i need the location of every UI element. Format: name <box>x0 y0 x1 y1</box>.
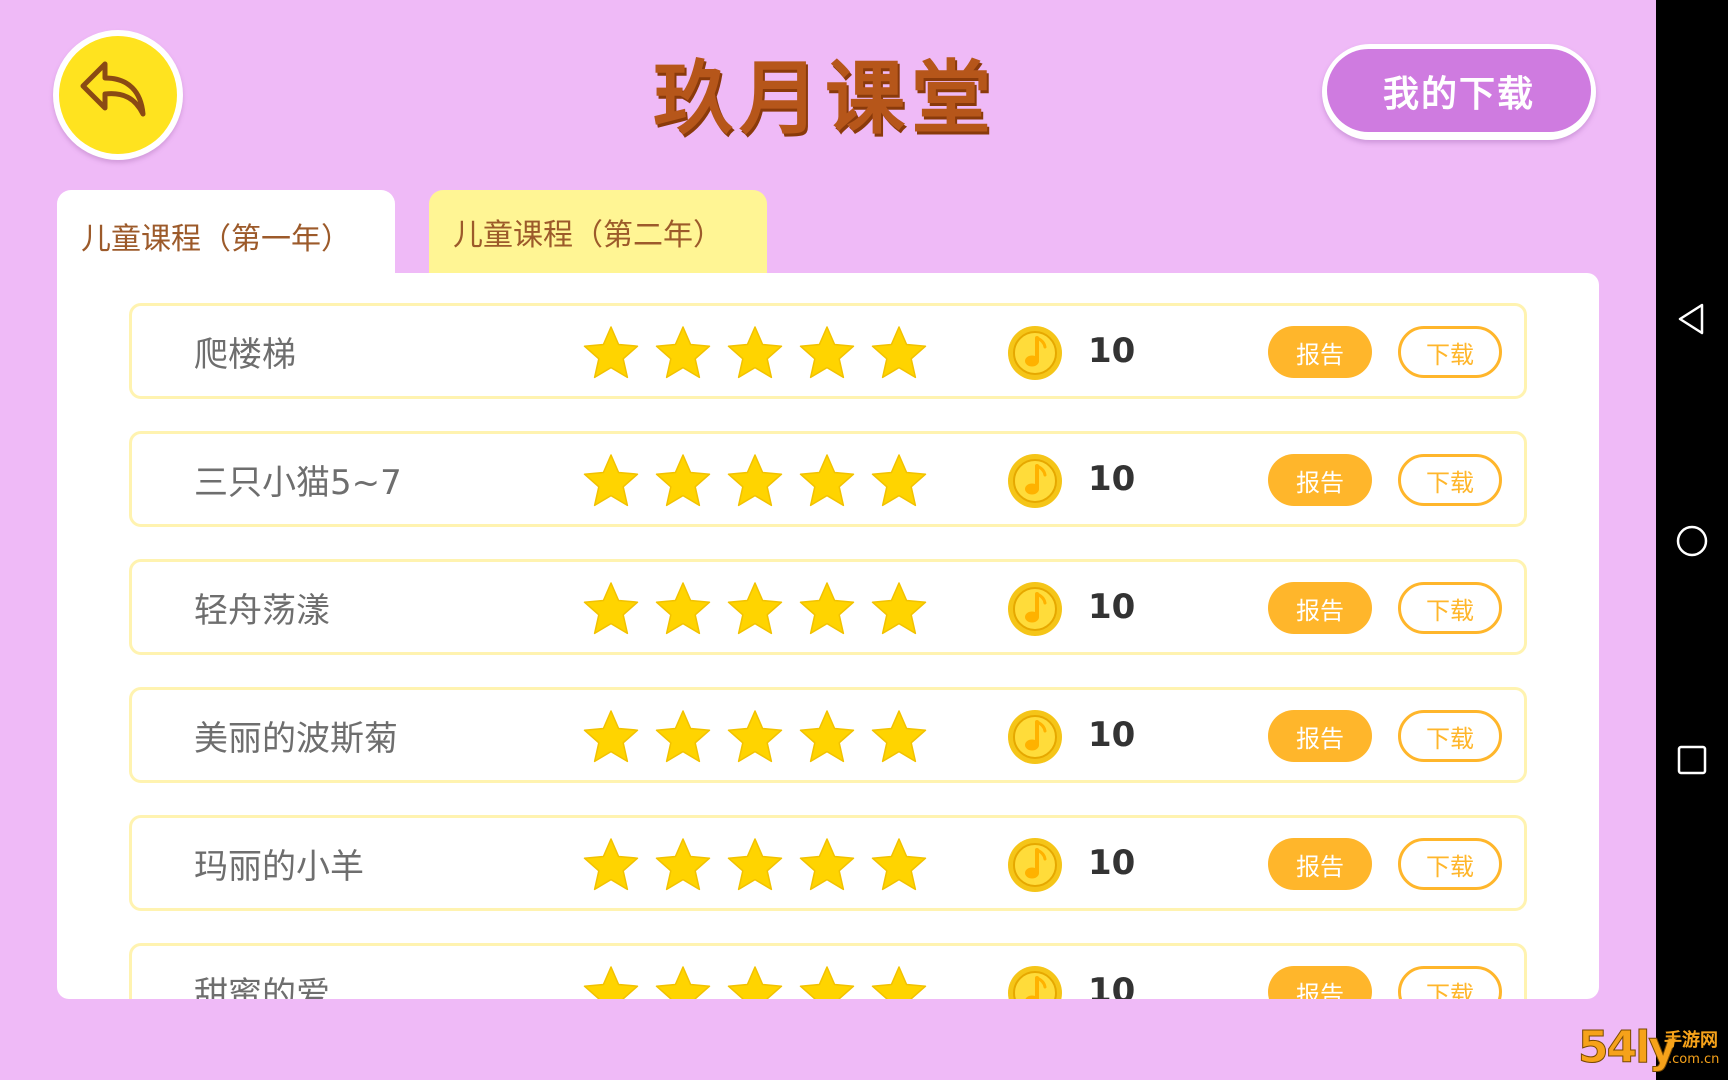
back-arrow-icon <box>80 61 146 117</box>
coin-count: 10 <box>1088 971 1136 999</box>
triangle-back-icon <box>1678 303 1704 335</box>
report-button[interactable]: 报告 <box>1268 326 1372 378</box>
music-coin-icon <box>1008 710 1062 764</box>
watermark-text: 手游网 <box>1664 1030 1718 1051</box>
star-icon <box>655 454 711 507</box>
star-icon <box>583 326 639 379</box>
tab-year-two-label: 儿童课程（第二年） <box>453 218 723 253</box>
coin-count: 10 <box>1088 459 1136 499</box>
site-watermark: 54ly 手游网 .com.cn <box>1577 1022 1728 1080</box>
lesson-title: 美丽的波斯菊 <box>194 718 398 759</box>
download-button[interactable]: 下载 <box>1398 966 1502 999</box>
star-icon <box>871 582 927 635</box>
star-icon <box>583 966 639 999</box>
star-icon <box>655 582 711 635</box>
star-icon <box>655 966 711 999</box>
star-icon <box>799 710 855 763</box>
tab-year-two[interactable]: 儿童课程（第二年） <box>429 190 767 274</box>
star-icon <box>871 454 927 507</box>
star-rating <box>582 580 928 638</box>
star-icon <box>655 710 711 763</box>
star-icon <box>727 582 783 635</box>
lesson-title: 轻舟荡漾 <box>194 590 330 631</box>
star-rating <box>582 708 928 766</box>
report-button[interactable]: 报告 <box>1268 838 1372 890</box>
star-icon <box>583 710 639 763</box>
coin-count: 10 <box>1088 587 1136 627</box>
lesson-row[interactable]: 爬楼梯 10 报告 下载 <box>129 303 1527 399</box>
download-button[interactable]: 下载 <box>1398 710 1502 762</box>
star-icon <box>655 326 711 379</box>
star-rating <box>582 964 928 999</box>
report-button[interactable]: 报告 <box>1268 710 1372 762</box>
star-rating <box>582 452 928 510</box>
star-icon <box>583 582 639 635</box>
tab-year-one[interactable]: 儿童课程（第一年） <box>57 190 395 282</box>
watermark-number: 54ly <box>1577 1022 1677 1074</box>
music-coin-icon <box>1008 582 1062 636</box>
star-icon <box>655 838 711 891</box>
watermark-domain: .com.cn <box>1668 1052 1720 1067</box>
star-icon <box>727 454 783 507</box>
download-button[interactable]: 下载 <box>1398 582 1502 634</box>
download-button[interactable]: 下载 <box>1398 838 1502 890</box>
system-recent-apps-button[interactable] <box>1674 742 1710 778</box>
coin-count: 10 <box>1088 331 1136 371</box>
star-icon <box>727 326 783 379</box>
my-downloads-button[interactable]: 我的下载 <box>1322 44 1596 140</box>
star-icon <box>799 966 855 999</box>
star-icon <box>871 838 927 891</box>
star-rating <box>582 836 928 894</box>
system-home-button[interactable] <box>1674 523 1710 559</box>
coin-count: 10 <box>1088 843 1136 883</box>
star-icon <box>799 326 855 379</box>
star-icon <box>727 966 783 999</box>
app-screen: 玖月课堂 我的下载 儿童课程（第二年） 儿童课程（第一年） 爬楼梯 10 报告 下载三… <box>0 0 1728 1080</box>
music-coin-icon <box>1008 326 1062 380</box>
my-downloads-label: 我的下载 <box>1327 49 1591 132</box>
star-icon <box>871 710 927 763</box>
lesson-title: 玛丽的小羊 <box>194 846 364 887</box>
star-icon <box>727 710 783 763</box>
download-button[interactable]: 下载 <box>1398 326 1502 378</box>
circle-home-icon <box>1676 525 1708 557</box>
star-icon <box>583 454 639 507</box>
report-button[interactable]: 报告 <box>1268 966 1372 999</box>
download-button[interactable]: 下载 <box>1398 454 1502 506</box>
coin-count: 10 <box>1088 715 1136 755</box>
star-icon <box>727 838 783 891</box>
lesson-row[interactable]: 三只小猫5~7 10 报告 下载 <box>129 431 1527 527</box>
lesson-title: 甜蜜的爱 <box>194 974 330 1000</box>
lesson-row[interactable]: 轻舟荡漾 10 报告 下载 <box>129 559 1527 655</box>
star-icon <box>583 838 639 891</box>
lesson-row[interactable]: 美丽的波斯菊 10 报告 下载 <box>129 687 1527 783</box>
report-button[interactable]: 报告 <box>1268 454 1372 506</box>
star-icon <box>799 838 855 891</box>
page-title: 玖月课堂 <box>653 52 997 145</box>
tab-year-one-label: 儿童课程（第一年） <box>81 222 351 257</box>
star-icon <box>799 582 855 635</box>
lesson-row[interactable]: 玛丽的小羊 10 报告 下载 <box>129 815 1527 911</box>
lesson-title: 爬楼梯 <box>194 334 296 375</box>
star-icon <box>799 454 855 507</box>
back-button[interactable] <box>53 30 183 160</box>
star-icon <box>871 966 927 999</box>
music-coin-icon <box>1008 966 1062 999</box>
system-back-button[interactable] <box>1674 301 1710 337</box>
system-navigation-bar <box>1656 0 1728 1080</box>
report-button[interactable]: 报告 <box>1268 582 1372 634</box>
star-rating <box>582 324 928 382</box>
lesson-list-panel[interactable]: 爬楼梯 10 报告 下载 三只小猫5~7 10 报告 下载 轻舟荡漾 10 报告 下载 美丽的波斯菊 10… <box>57 273 1599 999</box>
square-recent-icon <box>1677 745 1707 775</box>
lesson-title: 三只小猫5~7 <box>194 462 402 503</box>
music-coin-icon <box>1008 838 1062 892</box>
lesson-row[interactable]: 甜蜜的爱 10 报告 下载 <box>129 943 1527 999</box>
music-coin-icon <box>1008 454 1062 508</box>
star-icon <box>871 326 927 379</box>
